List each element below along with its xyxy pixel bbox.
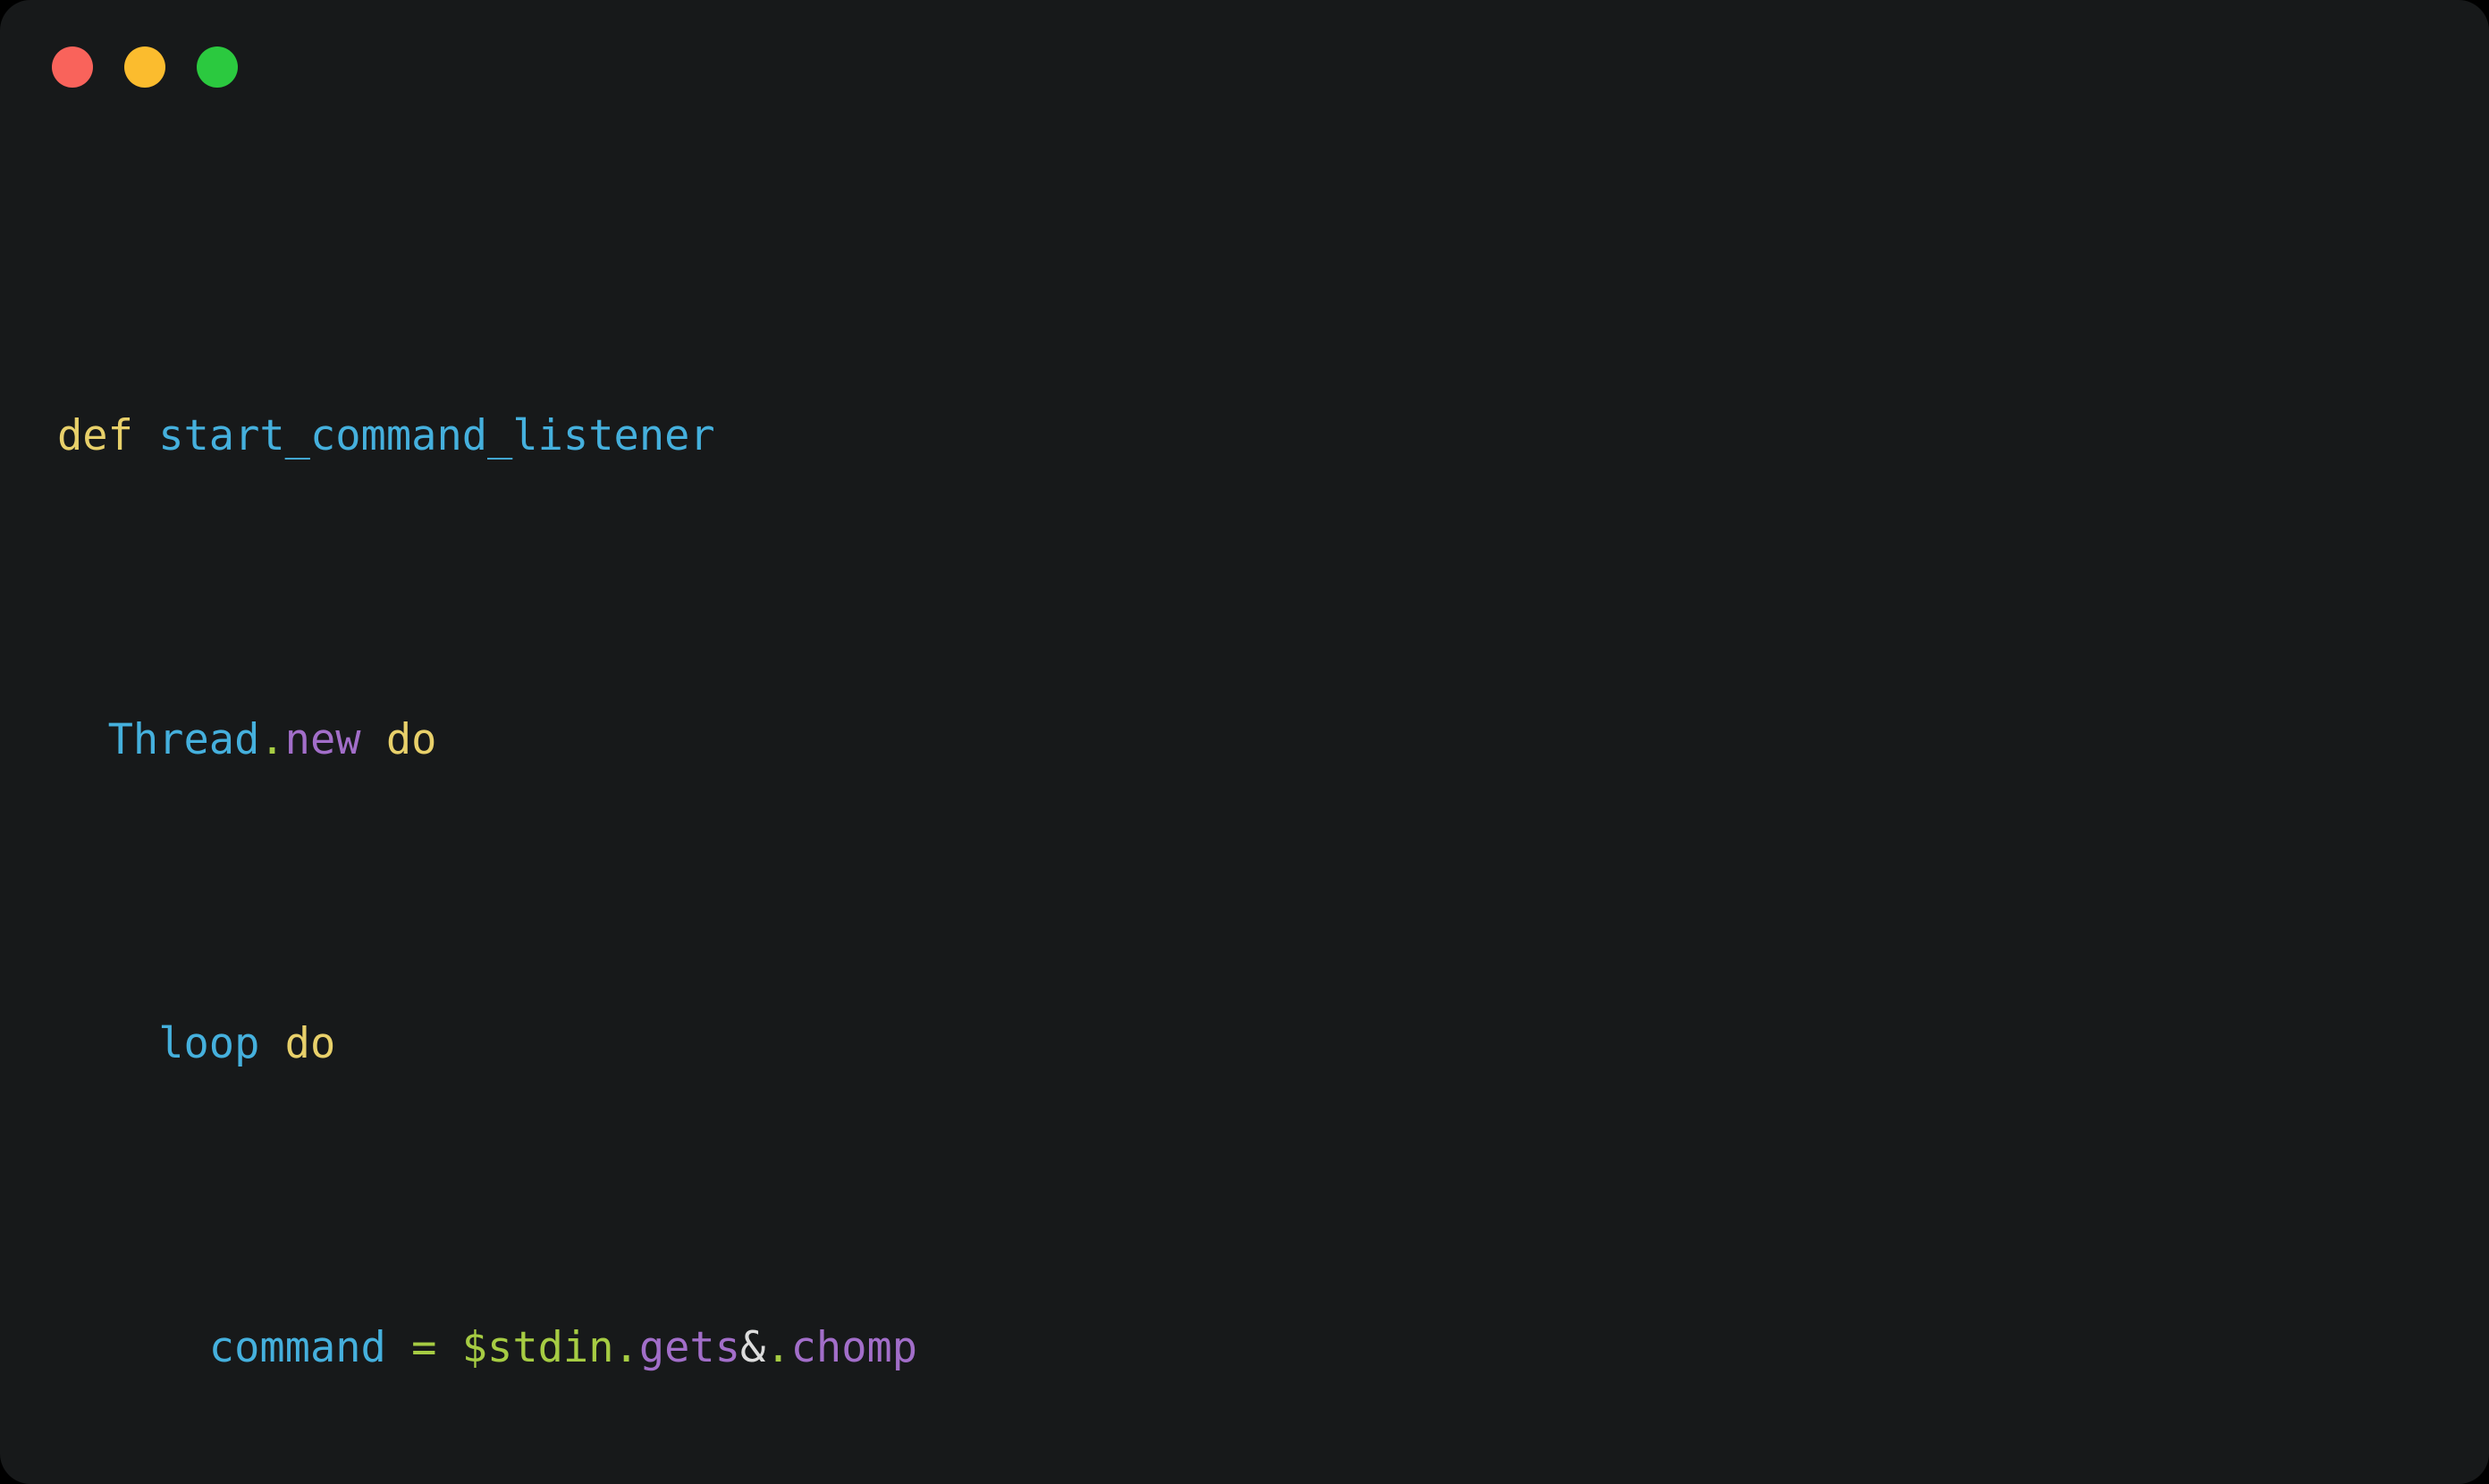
token-dot: .: [259, 715, 285, 764]
token-loop: loop: [158, 1019, 260, 1068]
token-keyword-do: do: [385, 715, 437, 764]
token-variable-command: command: [208, 1323, 386, 1372]
code-line: loop do: [57, 1006, 2435, 1082]
code-block[interactable]: def start_command_listener Thread.new do…: [0, 134, 2489, 1484]
token-keyword-do: do: [284, 1019, 336, 1068]
close-button[interactable]: [52, 46, 93, 88]
token-method-chomp: chomp: [790, 1323, 918, 1372]
code-line: command = $stdin.gets&.chomp: [57, 1310, 2435, 1386]
token-keyword-def: def: [57, 411, 133, 460]
minimize-button[interactable]: [124, 46, 165, 88]
token-method-gets: gets: [638, 1323, 741, 1372]
token-method-name: start_command_listener: [158, 411, 715, 460]
code-line: Thread.new do: [57, 702, 2435, 778]
token-ampersand: &: [740, 1323, 766, 1372]
code-window: def start_command_listener Thread.new do…: [0, 0, 2489, 1484]
window-titlebar: [0, 0, 2489, 134]
code-line: def start_command_listener: [57, 398, 2435, 474]
token-operator-assign: =: [411, 1323, 437, 1372]
token-dot: .: [765, 1323, 791, 1372]
token-constant-thread: Thread: [107, 715, 260, 764]
token-global-stdin: $stdin: [461, 1323, 614, 1372]
token-method-new: new: [284, 715, 361, 764]
maximize-button[interactable]: [197, 46, 238, 88]
token-dot: .: [613, 1323, 639, 1372]
